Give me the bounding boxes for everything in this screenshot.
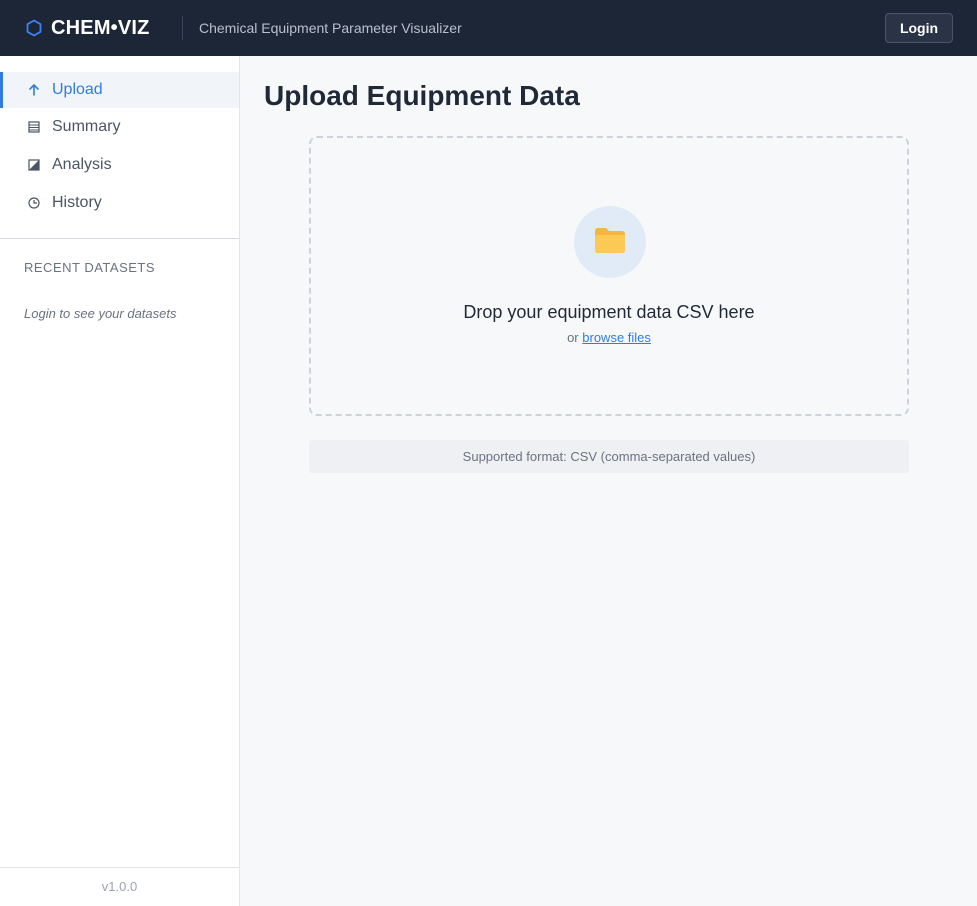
list-icon — [27, 120, 41, 134]
sidebar-item-label: History — [52, 194, 102, 211]
sidebar-item-label: Analysis — [52, 156, 112, 173]
app-subtitle: Chemical Equipment Parameter Visualizer — [199, 20, 462, 36]
or-text: or — [567, 330, 579, 345]
app-version: v1.0.0 — [101, 879, 138, 894]
dropzone-subtext: or browse files — [311, 330, 907, 345]
csv-dropzone[interactable]: Drop your equipment data CSV here or bro… — [309, 136, 909, 416]
login-button[interactable]: Login — [885, 13, 953, 43]
page-title: Upload Equipment Data — [264, 80, 580, 111]
brand[interactable]: CHEM•VIZ — [25, 0, 150, 56]
clock-icon — [27, 196, 41, 210]
arrow-up-icon — [27, 83, 41, 97]
sidebar-item-summary[interactable]: Summary — [0, 109, 239, 145]
sidebar-item-upload[interactable]: Upload — [0, 72, 239, 108]
sidebar-item-label: Summary — [52, 118, 121, 135]
hexagon-icon — [25, 19, 43, 37]
sidebar-item-history[interactable]: History — [0, 185, 239, 221]
sidebar-item-label: Upload — [52, 81, 103, 98]
recent-datasets-heading: RECENT DATASETS — [24, 260, 156, 275]
sidebar-divider — [0, 238, 239, 239]
sidebar-footer-divider — [0, 867, 239, 868]
dropzone-title: Drop your equipment data CSV here — [463, 302, 755, 322]
supported-format-note: Supported format: CSV (comma-separated v… — [309, 440, 909, 473]
browse-files-link[interactable]: browse files — [582, 330, 651, 345]
sidebar: Upload Summary Analysis History RECENT D… — [0, 56, 240, 906]
header-divider — [182, 16, 183, 40]
recent-datasets-empty: Login to see your datasets — [24, 306, 177, 321]
folder-icon-badge — [574, 206, 646, 278]
chart-icon — [27, 158, 41, 172]
folder-icon — [593, 225, 627, 260]
top-bar: CHEM•VIZ Chemical Equipment Parameter Vi… — [0, 0, 977, 56]
brand-name: CHEM•VIZ — [51, 16, 150, 39]
sidebar-item-analysis[interactable]: Analysis — [0, 147, 239, 183]
